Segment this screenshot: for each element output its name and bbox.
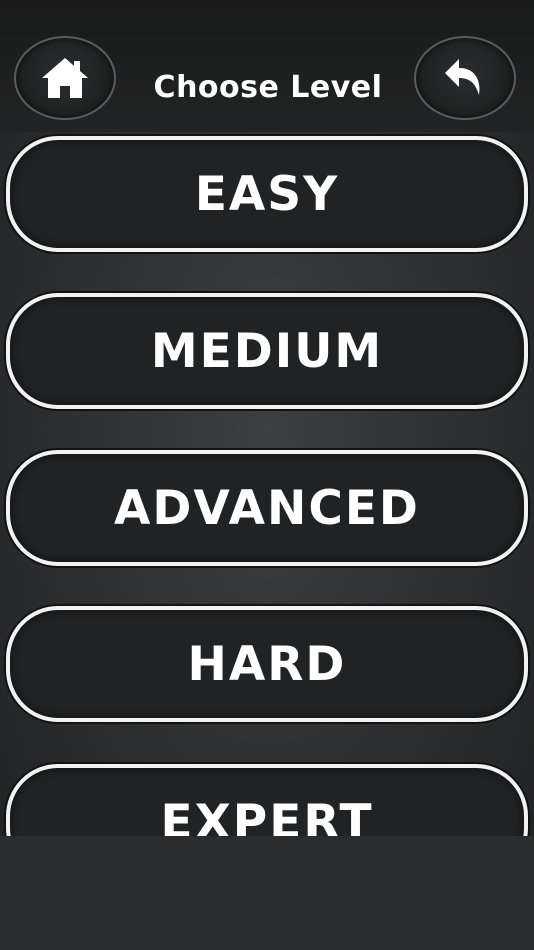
level-medium-label: MEDIUM — [150, 323, 384, 379]
level-hard-label: HARD — [187, 636, 347, 692]
level-hard-button[interactable]: HARD — [6, 606, 528, 722]
header-bar: Choose Level — [0, 0, 534, 132]
level-list: EASY MEDIUM ADVANCED HARD EXPERT — [0, 132, 534, 836]
level-expert-button[interactable]: EXPERT — [6, 764, 528, 836]
level-advanced-label: ADVANCED — [114, 480, 420, 536]
level-easy-label: EASY — [194, 166, 340, 222]
page-title: Choose Level — [153, 70, 383, 105]
level-expert-label: EXPERT — [160, 794, 374, 837]
level-medium-button[interactable]: MEDIUM — [6, 293, 528, 409]
home-button[interactable] — [14, 36, 116, 120]
level-advanced-button[interactable]: ADVANCED — [6, 450, 528, 566]
bottom-bar — [0, 836, 534, 950]
level-easy-button[interactable]: EASY — [6, 136, 528, 252]
back-button[interactable] — [414, 36, 516, 120]
home-icon — [40, 56, 90, 100]
choose-level-screen: Choose Level EASY MEDIUM ADVANCED HARD E… — [0, 0, 534, 950]
undo-arrow-icon — [441, 55, 489, 101]
